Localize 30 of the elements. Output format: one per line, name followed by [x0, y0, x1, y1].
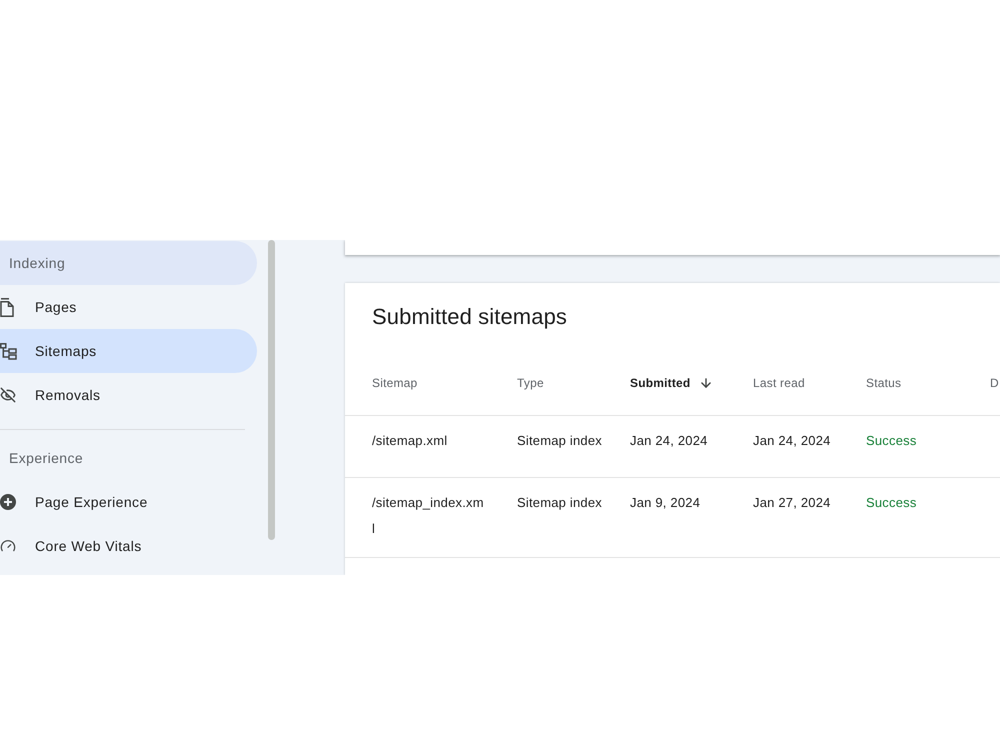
nav-item[interactable]: Sitemaps: [0, 329, 257, 373]
nav-item[interactable]: Page Experience: [0, 480, 257, 524]
nav-item[interactable]: Pages: [0, 285, 257, 329]
nav-item[interactable]: Core Web Vitals: [0, 524, 257, 568]
gauge-icon: [0, 538, 16, 554]
scrollbar-thumb[interactable]: [268, 240, 275, 540]
nav-item[interactable]: Removals: [0, 373, 257, 417]
column-header[interactable]: Last read: [753, 376, 805, 390]
column-header[interactable]: Sitemap: [372, 376, 418, 390]
table-cell-text: /sitemap_index.xml: [372, 494, 485, 538]
table-cell-text: Sitemap index: [517, 494, 602, 512]
eye-off-icon: [0, 387, 16, 403]
section-heading[interactable]: Indexing: [0, 241, 257, 285]
column-header[interactable]: D: [990, 376, 999, 390]
card-title: Submitted sitemaps: [371, 303, 568, 330]
table-cell-text: Jan 9, 2024: [630, 494, 700, 512]
table-cell-text: Jan 24, 2024: [753, 432, 831, 450]
arrow-down-icon: [699, 376, 714, 390]
column-header[interactable]: Submitted: [630, 376, 714, 390]
table-cell-text: /sitemap.xml: [372, 432, 448, 450]
column-header[interactable]: Type: [517, 376, 544, 390]
section-heading[interactable]: Experience: [0, 436, 257, 480]
table-cell-text: Jan 24, 2024: [630, 432, 708, 450]
table-cell-text: Jan 27, 2024: [753, 494, 831, 512]
status-text: Success: [866, 432, 917, 450]
status-text: Success: [866, 494, 917, 512]
table-cell-text: Sitemap index: [517, 432, 602, 450]
hierarchy-icon: [0, 342, 17, 360]
column-header[interactable]: Status: [866, 376, 902, 390]
document-icon: [0, 298, 14, 316]
